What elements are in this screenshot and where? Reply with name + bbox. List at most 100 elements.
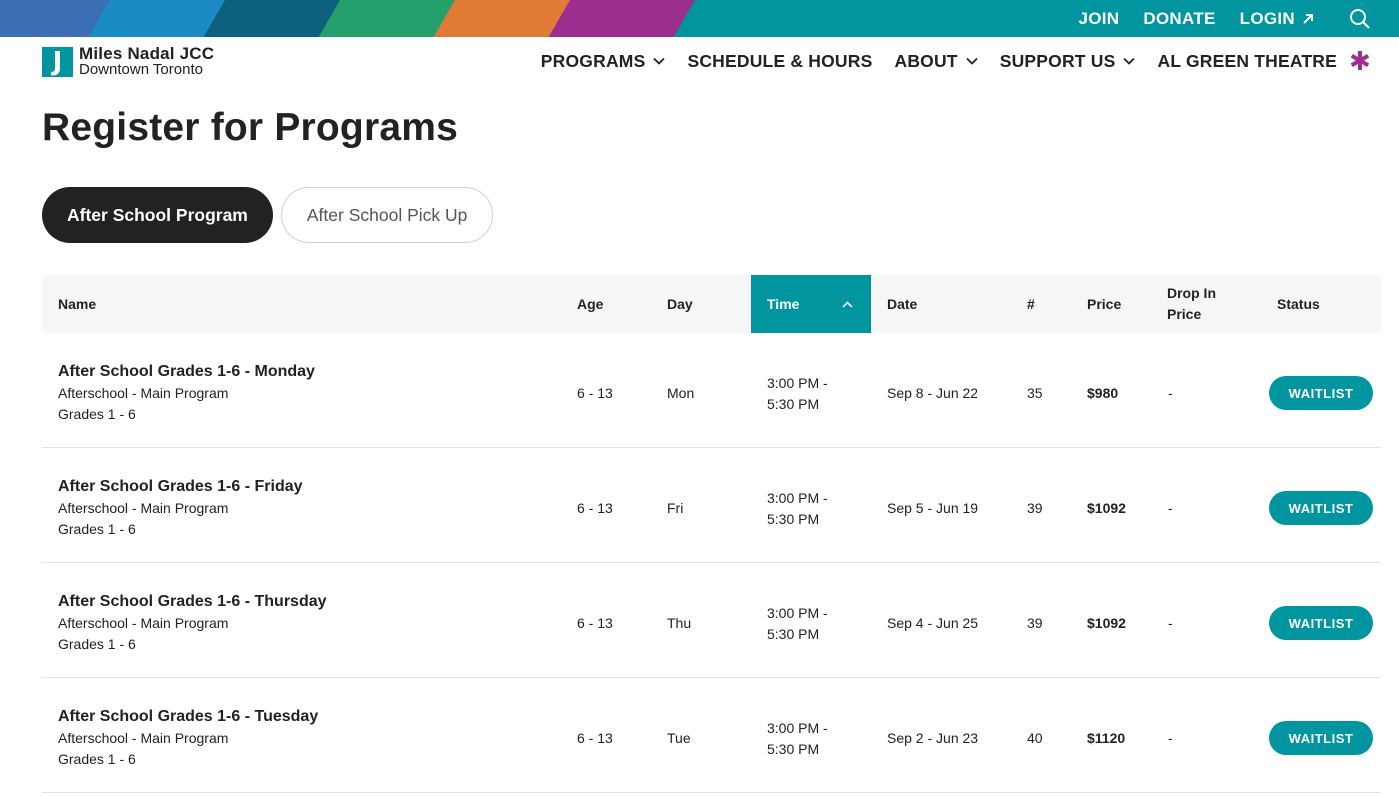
programs-table: Name Age Day Time Date # Price Drop In P… (42, 275, 1381, 793)
program-tabs: After School Program After School Pick U… (42, 187, 494, 243)
count-cell: 35 (1027, 385, 1043, 401)
tab-after-school-program[interactable]: After School Program (42, 187, 273, 243)
drop-in-price-cell: - (1168, 385, 1173, 401)
age-cell: 6 - 13 (577, 615, 613, 631)
table-row: After School Grades 1-6 - Monday Aftersc… (42, 333, 1381, 448)
chevron-down-icon (966, 57, 978, 65)
arrow-up-right-icon (1303, 13, 1313, 24)
price-cell: $980 (1087, 385, 1119, 401)
table-row: After School Grades 1-6 - Tuesday Afters… (42, 678, 1381, 793)
nav-support[interactable]: SUPPORT US (1000, 51, 1136, 72)
age-cell: 6 - 13 (577, 730, 613, 746)
program-title[interactable]: After School Grades 1-6 - Monday (58, 361, 315, 383)
age-cell: 6 - 13 (577, 500, 613, 516)
column-header-name[interactable]: Name (58, 275, 96, 333)
column-header-drop-in-line-2: Price (1167, 306, 1202, 322)
column-header-day[interactable]: Day (667, 275, 693, 333)
time-end: 5:30 PM (767, 626, 820, 642)
day-cell: Thu (667, 615, 692, 631)
table-row: After School Grades 1-6 - Friday Aftersc… (42, 448, 1381, 563)
column-header-count[interactable]: # (1027, 275, 1035, 333)
time-cell: 3:00 PM - 5:30 PM (767, 488, 828, 530)
asterisk-icon: ✱ (1349, 46, 1371, 76)
search-icon[interactable] (1349, 8, 1371, 30)
time-start: 3:00 PM - (767, 375, 828, 391)
waitlist-button[interactable]: WAITLIST (1269, 721, 1373, 755)
program-grades: Grades 1 - 6 (58, 406, 136, 422)
login-label: LOGIN (1239, 8, 1295, 28)
page-title: Register for Programs (42, 106, 458, 149)
program-name-cell: After School Grades 1-6 - Monday Aftersc… (58, 361, 315, 425)
count-cell: 39 (1027, 500, 1043, 516)
nav-programs-label: PROGRAMS (540, 50, 646, 71)
price-cell: $1092 (1087, 615, 1126, 631)
waitlist-button[interactable]: WAITLIST (1269, 606, 1373, 640)
nav-about[interactable]: ABOUT (894, 50, 978, 72)
program-grades: Grades 1 - 6 (58, 751, 136, 767)
date-cell: Sep 4 - Jun 25 (887, 615, 979, 631)
date-cell: Sep 2 - Jun 23 (887, 730, 979, 746)
nav-theatre[interactable]: AL GREEN THEATRE ✱ (1157, 46, 1371, 76)
time-start: 3:00 PM - (767, 490, 828, 506)
program-grades: Grades 1 - 6 (58, 636, 136, 652)
drop-in-price-cell: - (1168, 500, 1173, 516)
logo-wordmark: Miles Nadal JCC Downtown Toronto (79, 44, 215, 78)
column-header-price[interactable]: Price (1087, 275, 1121, 333)
price-cell: $1092 (1087, 500, 1126, 516)
date-cell: Sep 8 - Jun 22 (887, 385, 979, 401)
time-end: 5:30 PM (767, 396, 820, 412)
nav-about-label: ABOUT (894, 50, 958, 71)
tab-after-school-pick-up[interactable]: After School Pick Up (280, 187, 494, 243)
main-nav: PROGRAMS SCHEDULE & HOURS ABOUT SUPPORT … (541, 44, 1371, 78)
brand-stripes (0, 0, 720, 37)
program-title[interactable]: After School Grades 1-6 - Thursday (58, 591, 327, 613)
logo-line-1: Miles Nadal JCC (79, 44, 215, 63)
logo-mark: J (42, 47, 73, 77)
donate-label: DONATE (1143, 8, 1216, 28)
table-header: Name Age Day Time Date # Price Drop In P… (42, 275, 1381, 333)
nav-support-label: SUPPORT US (999, 50, 1116, 71)
program-category: Afterschool - Main Program (58, 615, 229, 631)
count-cell: 40 (1027, 730, 1043, 746)
drop-in-price-cell: - (1168, 730, 1173, 746)
date-cell: Sep 5 - Jun 19 (887, 500, 979, 516)
join-label: JOIN (1078, 8, 1120, 28)
program-name-cell: After School Grades 1-6 - Tuesday Afters… (58, 706, 318, 770)
brand-stripe (548, 0, 695, 37)
time-cell: 3:00 PM - 5:30 PM (767, 718, 828, 760)
price-cell: $1120 (1087, 730, 1126, 746)
program-title[interactable]: After School Grades 1-6 - Tuesday (58, 706, 318, 728)
drop-in-price-cell: - (1168, 615, 1173, 631)
donate-link[interactable]: DONATE (1143, 9, 1215, 29)
logo-line-2: Downtown Toronto (79, 61, 203, 78)
login-link[interactable]: LOGIN (1240, 9, 1315, 29)
column-header-date[interactable]: Date (887, 275, 917, 333)
waitlist-button[interactable]: WAITLIST (1269, 376, 1373, 410)
chevron-down-icon (1123, 57, 1136, 65)
count-cell: 39 (1027, 615, 1043, 631)
time-start: 3:00 PM - (767, 720, 828, 736)
program-grades: Grades 1 - 6 (58, 521, 136, 537)
day-cell: Mon (667, 385, 695, 401)
chevron-down-icon (653, 57, 666, 65)
column-header-time-label: Time (767, 295, 800, 312)
program-name-cell: After School Grades 1-6 - Thursday After… (58, 591, 327, 655)
nav-schedule-label: SCHEDULE & HOURS (687, 50, 873, 71)
waitlist-button[interactable]: WAITLIST (1269, 491, 1373, 525)
column-header-status[interactable]: Status (1277, 275, 1320, 333)
program-name-cell: After School Grades 1-6 - Friday Aftersc… (58, 476, 303, 540)
column-header-drop-in-line-1: Drop In (1167, 285, 1216, 301)
time-start: 3:00 PM - (767, 605, 828, 621)
nav-schedule[interactable]: SCHEDULE & HOURS (687, 51, 872, 72)
time-cell: 3:00 PM - 5:30 PM (767, 373, 828, 415)
join-link[interactable]: JOIN (1078, 9, 1119, 29)
column-header-age[interactable]: Age (577, 275, 603, 333)
column-header-drop-in-price[interactable]: Drop In Price (1167, 275, 1216, 333)
nav-programs[interactable]: PROGRAMS (541, 51, 666, 72)
day-cell: Tue (667, 730, 691, 746)
site-logo[interactable]: J Miles Nadal JCC Downtown Toronto (42, 44, 215, 78)
column-header-time[interactable]: Time (751, 275, 871, 333)
utility-nav: JOIN DONATE LOGIN (1078, 0, 1371, 37)
program-title[interactable]: After School Grades 1-6 - Friday (58, 476, 303, 498)
program-category: Afterschool - Main Program (58, 500, 229, 516)
